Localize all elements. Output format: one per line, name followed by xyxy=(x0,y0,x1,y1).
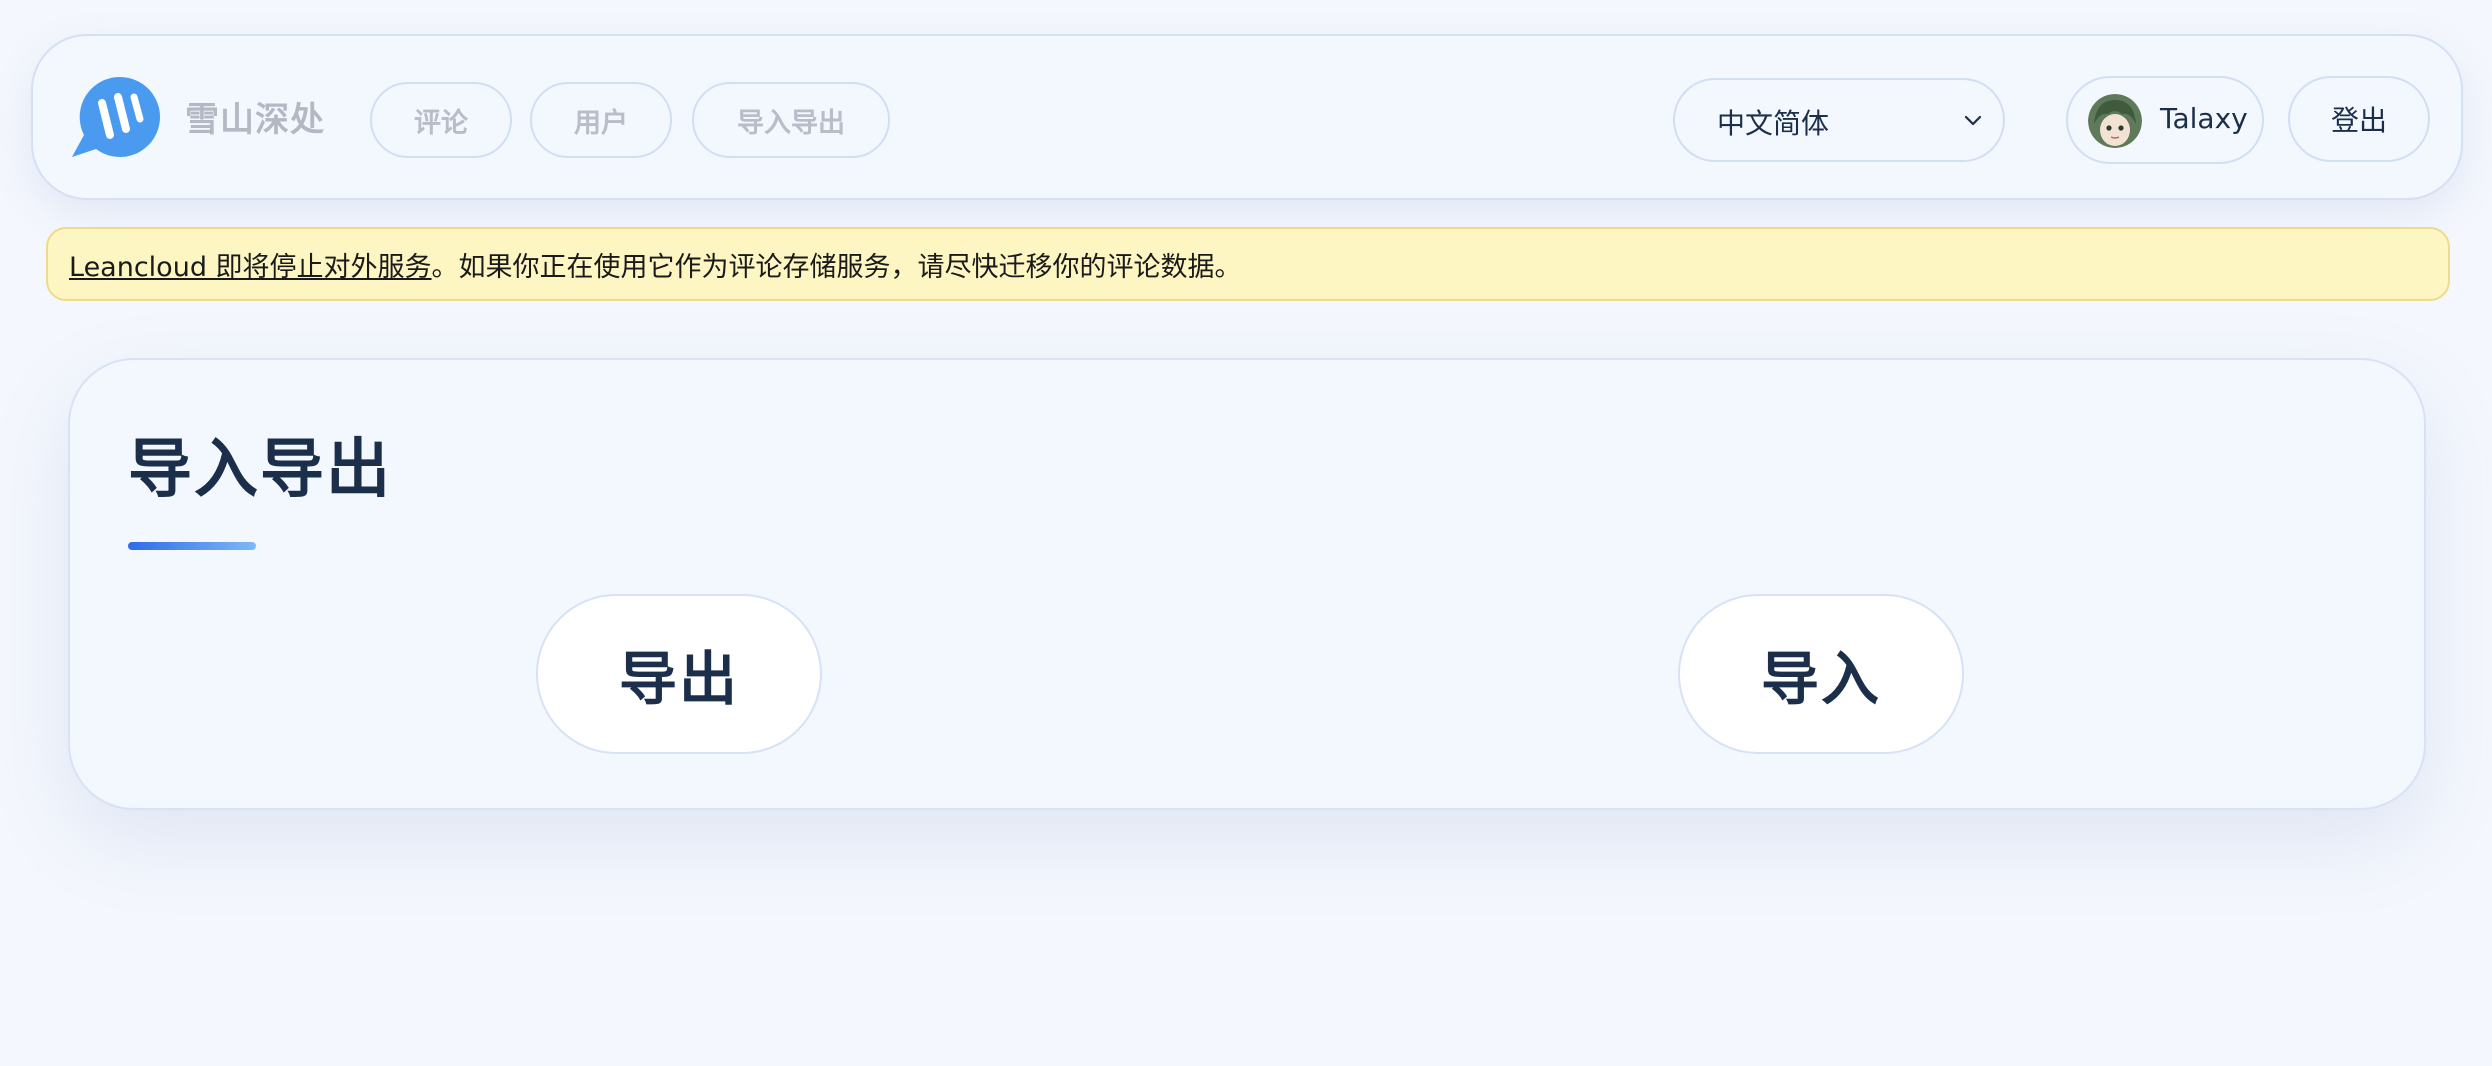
waline-logo-icon[interactable] xyxy=(70,73,162,161)
title-underline xyxy=(128,542,256,550)
top-header: 雪山深处 评论 用户 导入导出 中文简体 Talaxy 登出 xyxy=(31,34,2463,200)
logout-button[interactable]: 登出 xyxy=(2288,76,2430,162)
nav-import-export[interactable]: 导入导出 xyxy=(692,82,890,158)
import-button[interactable]: 导入 xyxy=(1678,594,1964,754)
page-title: 导入导出 xyxy=(128,433,392,507)
notice-banner: Leancloud 即将停止对外服务 。如果你正在使用它作为评论存储服务，请尽快… xyxy=(46,227,2450,301)
import-export-card: 导入导出 导出 导入 xyxy=(68,358,2426,810)
nav-users[interactable]: 用户 xyxy=(530,82,672,158)
chevron-down-icon xyxy=(1964,115,1982,126)
export-button[interactable]: 导出 xyxy=(536,594,822,754)
language-select[interactable]: 中文简体 xyxy=(1673,78,2005,162)
user-profile-button[interactable]: Talaxy xyxy=(2066,76,2264,164)
avatar-image-icon xyxy=(2088,94,2142,148)
site-name[interactable]: 雪山深处 xyxy=(185,92,325,141)
nav-comments[interactable]: 评论 xyxy=(370,82,512,158)
notice-link[interactable]: Leancloud 即将停止对外服务 xyxy=(69,245,432,284)
user-name: Talaxy xyxy=(2160,102,2248,135)
avatar xyxy=(2088,94,2142,148)
language-selected-value: 中文简体 xyxy=(1717,107,1830,140)
notice-message: 。如果你正在使用它作为评论存储服务，请尽快迁移你的评论数据。 xyxy=(431,251,1242,283)
